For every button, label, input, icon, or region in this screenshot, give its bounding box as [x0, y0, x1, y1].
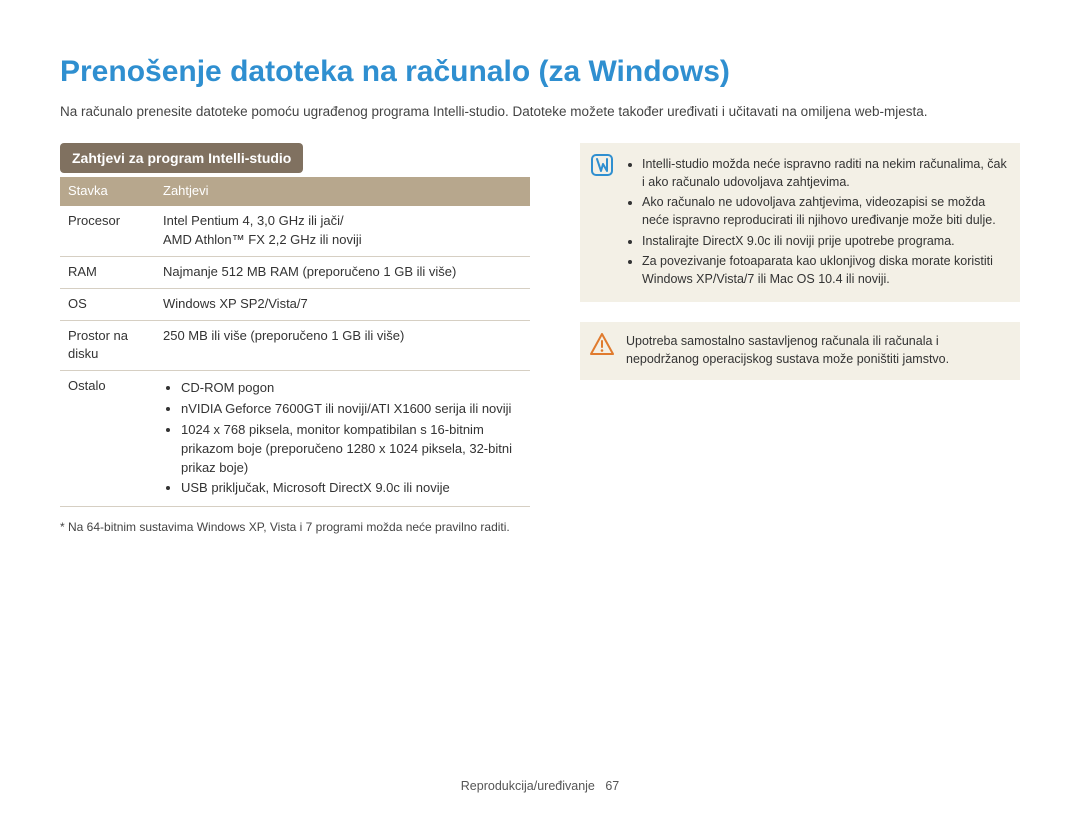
table-row: Ostalo CD-ROM pogon nVIDIA Geforce 7600G…: [60, 371, 530, 507]
info-list: Intelli-studio možda neće ispravno radit…: [626, 153, 1008, 290]
cell-label: Prostor na disku: [60, 320, 155, 371]
footer-page-number: 67: [605, 779, 619, 793]
table-header-item: Stavka: [60, 177, 155, 206]
left-column: Zahtjevi za program Intelli-studio Stavk…: [60, 143, 530, 536]
cell-value: Najmanje 512 MB RAM (preporučeno 1 GB il…: [155, 256, 530, 288]
list-item: nVIDIA Geforce 7600GT ili noviji/ATI X16…: [181, 400, 522, 419]
page-title: Prenošenje datoteka na računalo (za Wind…: [60, 50, 1020, 94]
footnote: * Na 64-bitnim sustavima Windows XP, Vis…: [60, 519, 530, 536]
list-item: 1024 x 768 piksela, monitor kompatibilan…: [181, 421, 522, 478]
warning-text: Upotreba samostalno sastavljenog računal…: [626, 332, 1008, 368]
cell-label: Procesor: [60, 206, 155, 256]
right-column: Intelli-studio možda neće ispravno radit…: [580, 143, 1020, 536]
cell-value: Windows XP SP2/Vista/7: [155, 288, 530, 320]
cell-value: Intel Pentium 4, 3,0 GHz ili jači/ AMD A…: [155, 206, 530, 256]
table-row: Procesor Intel Pentium 4, 3,0 GHz ili ja…: [60, 206, 530, 256]
list-item: Za povezivanje fotoaparata kao uklonjivo…: [642, 252, 1008, 288]
info-icon: [590, 153, 614, 177]
cpu-line1: Intel Pentium 4, 3,0 GHz ili jači/: [163, 212, 522, 231]
cell-value: CD-ROM pogon nVIDIA Geforce 7600GT ili n…: [155, 371, 530, 507]
table-header-req: Zahtjevi: [155, 177, 530, 206]
list-item: CD-ROM pogon: [181, 379, 522, 398]
table-row: RAM Najmanje 512 MB RAM (preporučeno 1 G…: [60, 256, 530, 288]
page-footer: Reprodukcija/uređivanje 67: [0, 777, 1080, 795]
cpu-line2: AMD Athlon™ FX 2,2 GHz ili noviji: [163, 231, 522, 250]
list-item: Intelli-studio možda neće ispravno radit…: [642, 155, 1008, 191]
footer-section: Reprodukcija/uređivanje: [461, 779, 595, 793]
cell-value: 250 MB ili više (preporučeno 1 GB ili vi…: [155, 320, 530, 371]
cell-label: RAM: [60, 256, 155, 288]
warning-callout: Upotreba samostalno sastavljenog računal…: [580, 322, 1020, 380]
table-row: Prostor na disku 250 MB ili više (prepor…: [60, 320, 530, 371]
content-columns: Zahtjevi za program Intelli-studio Stavk…: [60, 143, 1020, 536]
list-item: USB priključak, Microsoft DirectX 9.0c i…: [181, 479, 522, 498]
section-heading: Zahtjevi za program Intelli-studio: [60, 143, 303, 173]
intro-text: Na računalo prenesite datoteke pomoću ug…: [60, 102, 1020, 122]
requirements-table: Stavka Zahtjevi Procesor Intel Pentium 4…: [60, 177, 530, 507]
cell-label: Ostalo: [60, 371, 155, 507]
warning-icon: [590, 332, 614, 356]
list-item: Ako računalo ne udovoljava zahtjevima, v…: [642, 193, 1008, 229]
cell-label: OS: [60, 288, 155, 320]
list-item: Instalirajte DirectX 9.0c ili noviji pri…: [642, 232, 1008, 250]
info-callout: Intelli-studio možda neće ispravno radit…: [580, 143, 1020, 302]
table-row: OS Windows XP SP2/Vista/7: [60, 288, 530, 320]
